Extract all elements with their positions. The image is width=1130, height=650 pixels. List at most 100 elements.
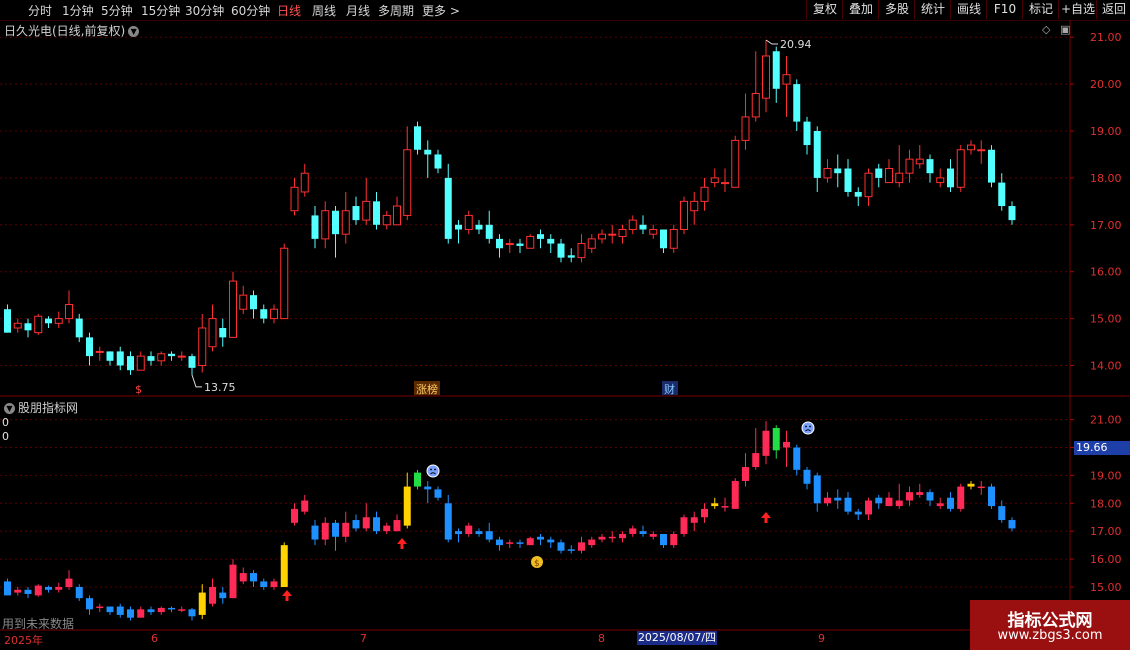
price-candle-body: [895, 172, 904, 184]
indicator-candle-body: [116, 606, 124, 615]
indicator-candle-body: [906, 492, 913, 501]
low-leader: [191, 374, 202, 388]
price-candle-body: [762, 55, 770, 99]
indicator-panel-title[interactable]: ▼ 股朋指标网: [4, 399, 78, 416]
price-candle-body: [926, 159, 934, 174]
price-candle-body: [198, 327, 207, 367]
indicator-candle-body: [342, 522, 350, 537]
indicator-candle-body: [352, 520, 360, 529]
indicator-candle-body: [86, 598, 93, 610]
price-candle-body: [403, 149, 412, 216]
price-candle-body: [475, 224, 483, 230]
high-label: 20.94: [780, 38, 812, 51]
indicator-candle-body: [373, 517, 380, 532]
indicator-candle-body: [4, 581, 11, 596]
indicator-candle-body: [701, 508, 708, 518]
indicator-tick-label: 18.00: [1090, 497, 1122, 510]
price-candle-body: [618, 228, 627, 238]
indicator-zero-b: 0: [2, 430, 9, 443]
indicator-candle-body: [198, 592, 206, 615]
price-panel-title[interactable]: 日久光电(日线,前复权) ▼: [4, 22, 140, 39]
price-candle-body: [455, 224, 462, 230]
price-candle-body: [854, 191, 862, 197]
price-candle-body: [977, 149, 986, 152]
date-label-3: 8: [598, 632, 605, 645]
price-candle-body: [496, 238, 503, 249]
indicator-candle-body: [670, 533, 678, 546]
price-candle-body: [250, 295, 257, 310]
low-label: 13.75: [204, 381, 236, 394]
indicator-candle-body: [824, 497, 831, 504]
price-candle-body: [1008, 206, 1016, 221]
price-candle-body: [823, 168, 832, 179]
price-candle-body: [136, 355, 145, 371]
indicator-candle-body: [680, 517, 688, 534]
price-candle-body: [587, 238, 596, 249]
indicator-candle-body: [834, 497, 842, 501]
price-candle-body: [393, 205, 401, 226]
date-cursor-label: 2025/08/07/四: [637, 631, 717, 645]
indicator-candle-body: [977, 486, 985, 489]
price-candle-body: [905, 158, 914, 174]
buy-arrow-stem: [764, 517, 768, 523]
price-candle-body: [270, 308, 278, 320]
indicator-candle-body: [629, 528, 637, 534]
price-candle-body: [208, 318, 217, 348]
indicator-candle-body: [178, 609, 186, 611]
price-candle-body: [332, 210, 339, 235]
indicator-candle-body: [34, 585, 42, 596]
stock-title: 日久光电(日线,前复权): [4, 24, 126, 38]
price-candle-body: [54, 318, 63, 324]
price-candle-body: [639, 224, 647, 230]
diamond-icon[interactable]: ◇: [1042, 23, 1050, 36]
price-candle-body: [373, 201, 380, 225]
indicator-tick-label: 21.00: [1090, 414, 1122, 427]
indicator-candle-body: [403, 486, 411, 526]
indicator-candle-body: [998, 506, 1006, 521]
buy-arrow-stem: [400, 543, 404, 549]
marker-cai: 财: [664, 382, 675, 396]
price-candle-body: [864, 172, 873, 198]
price-tick-label: 20.00: [1090, 78, 1122, 91]
price-candle-body: [95, 350, 104, 353]
window-icon[interactable]: ▣: [1060, 23, 1070, 36]
price-candle-body: [803, 121, 811, 146]
price-candle-body: [577, 243, 586, 259]
indicator-candle-body: [752, 453, 760, 468]
indicator-candle-body: [690, 517, 698, 523]
sad-face-eye: [805, 425, 807, 428]
indicator-candle-body: [157, 607, 165, 613]
indicator-candle-body: [45, 587, 52, 590]
price-tick-label: 18.00: [1090, 172, 1122, 185]
indicator-candle-body: [588, 539, 596, 546]
indicator-candle-body: [608, 536, 616, 539]
price-candle-body: [188, 356, 196, 368]
price-candle-body: [362, 200, 371, 221]
indicator-candle-body: [721, 506, 729, 508]
indicator-candle-body: [598, 536, 606, 540]
price-candle-body: [700, 186, 709, 202]
indicator-tick-label: 15.00: [1090, 581, 1122, 594]
price-candle-body: [936, 177, 945, 184]
chevron-down-icon[interactable]: ▼: [4, 403, 15, 414]
indicator-candle-body: [854, 511, 862, 515]
price-candle-body: [557, 243, 565, 258]
price-candle-body: [464, 214, 473, 230]
chevron-down-icon[interactable]: ▼: [128, 26, 140, 37]
price-candle-body: [772, 51, 780, 89]
indicator-candle-body: [383, 525, 391, 532]
indicator-candle-body: [988, 486, 995, 507]
date-label-1: 6: [151, 632, 158, 645]
chart-canvas[interactable]: 14.00 15.00 16.00 17.00 18.00 19.00 20.00 21.00…: [0, 0, 1130, 650]
sad-face-eye: [434, 468, 436, 471]
indicator-candle-body: [465, 525, 473, 534]
price-candle-body: [45, 318, 52, 324]
price-candle-body: [75, 318, 83, 338]
price-candle-body: [290, 186, 299, 212]
price-tick-label: 19.00: [1090, 125, 1122, 138]
indicator-candle-body: [14, 589, 22, 593]
indicator-candle-body: [291, 508, 298, 523]
price-candle-body: [567, 255, 575, 258]
price-candle-body: [956, 149, 965, 188]
indicator-candle-body: [219, 592, 227, 599]
